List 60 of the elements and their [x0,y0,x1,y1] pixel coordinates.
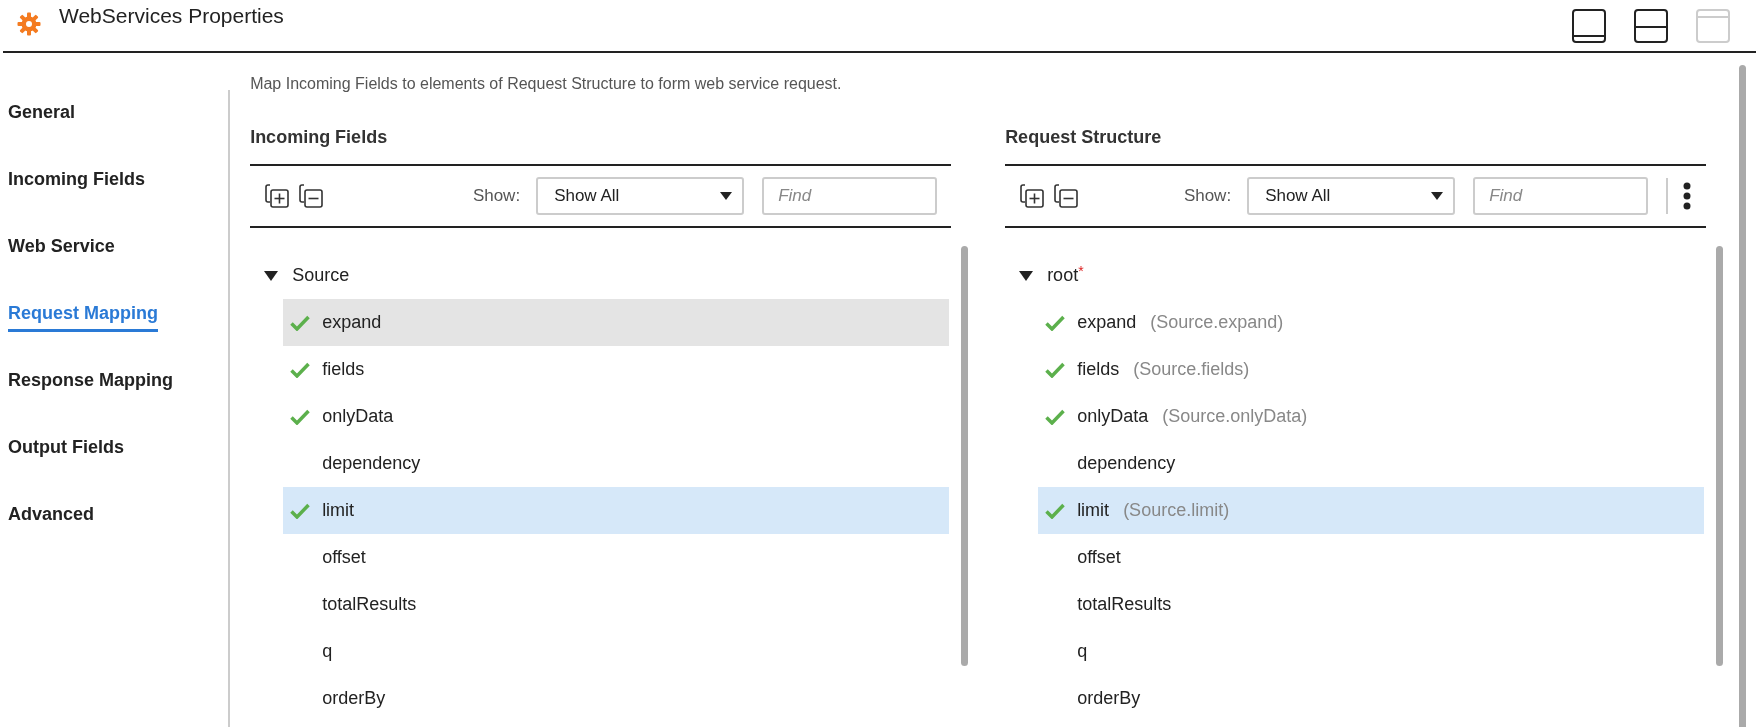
layout-button[interactable] [1632,7,1670,45]
mapping-text: (Source.fields) [1133,359,1250,380]
sidebar-tab[interactable]: Advanced [0,485,95,552]
caret-icon [1431,192,1444,200]
tree-root-label[interactable]: root [1047,265,1079,286]
tree-item[interactable]: fields (Source.fields) [1038,346,1705,393]
tree-item[interactable]: dependency [1038,440,1705,487]
tree-item[interactable]: q [283,628,950,675]
caret-icon [720,192,733,200]
mapping-text: (Source.onlyData) [1162,406,1308,427]
scrollbar[interactable] [1716,246,1724,666]
tree-item[interactable]: expand [283,299,950,346]
required-mark: * [1078,263,1084,279]
show-label: Show: [1183,186,1232,206]
check-icon [1045,314,1066,331]
sidebar-tab[interactable]: Web Service [0,217,115,284]
expanded-triangle-icon[interactable] [264,270,279,281]
tree-item[interactable]: totalResults [1038,581,1705,628]
check-icon [1045,361,1066,378]
find-field[interactable]: Find [1473,177,1649,215]
check-icon [290,408,311,425]
show-dropdown[interactable]: Show All [536,177,745,215]
sidebar-tab[interactable]: Response Mapping [0,351,173,418]
show-label: Show: [472,186,521,206]
show-dropdown[interactable]: Show All [1247,177,1456,215]
check-icon [1045,502,1066,519]
scrollbar[interactable] [961,246,969,666]
tree-item[interactable]: onlyData (Source.onlyData) [1038,393,1705,440]
tree-item[interactable]: orderBy [283,675,950,722]
check-icon [290,361,311,378]
tree-item[interactable]: limit [283,487,950,534]
tree-item[interactable]: fields [283,346,950,393]
panel-heading: Request Structure [1005,127,1163,149]
instruction-text: Map Incoming Fields to elements of Request Structure to form web service request. [250,75,843,94]
sidebar-tab[interactable]: General [0,83,76,150]
sidebar-tab[interactable]: Output Fields [0,418,124,485]
window-title: WebServices Properties [59,4,284,28]
check-icon [1045,408,1066,425]
tree-item[interactable]: onlyData [283,393,950,440]
tree-item[interactable]: q [1038,628,1705,675]
find-field[interactable]: Find [762,177,938,215]
check-icon [290,314,311,331]
expanded-triangle-icon[interactable] [1019,270,1034,281]
sidebar-tab[interactable]: Incoming Fields [0,150,145,217]
sidebar-tab[interactable]: Request Mapping [0,284,158,351]
tree-item[interactable]: orderBy [1038,675,1705,722]
check-icon [290,502,311,519]
tree-item[interactable]: offset [1038,534,1705,581]
panel-heading: Incoming Fields [250,127,389,149]
mapping-text: (Source.limit) [1123,500,1230,521]
mapping-text: (Source.expand) [1150,312,1284,333]
tree-item[interactable]: limit (Source.limit) [1038,487,1705,534]
tree-item[interactable]: offset [283,534,950,581]
tree-root-label[interactable]: Source [292,265,350,286]
layout-button[interactable] [1570,7,1608,45]
tree-item[interactable]: expand (Source.expand) [1038,299,1705,346]
tree-item[interactable]: totalResults [283,581,950,628]
tree-item[interactable]: dependency [283,440,950,487]
gear-icon [17,12,41,36]
page-scrollbar[interactable] [1739,65,1746,727]
